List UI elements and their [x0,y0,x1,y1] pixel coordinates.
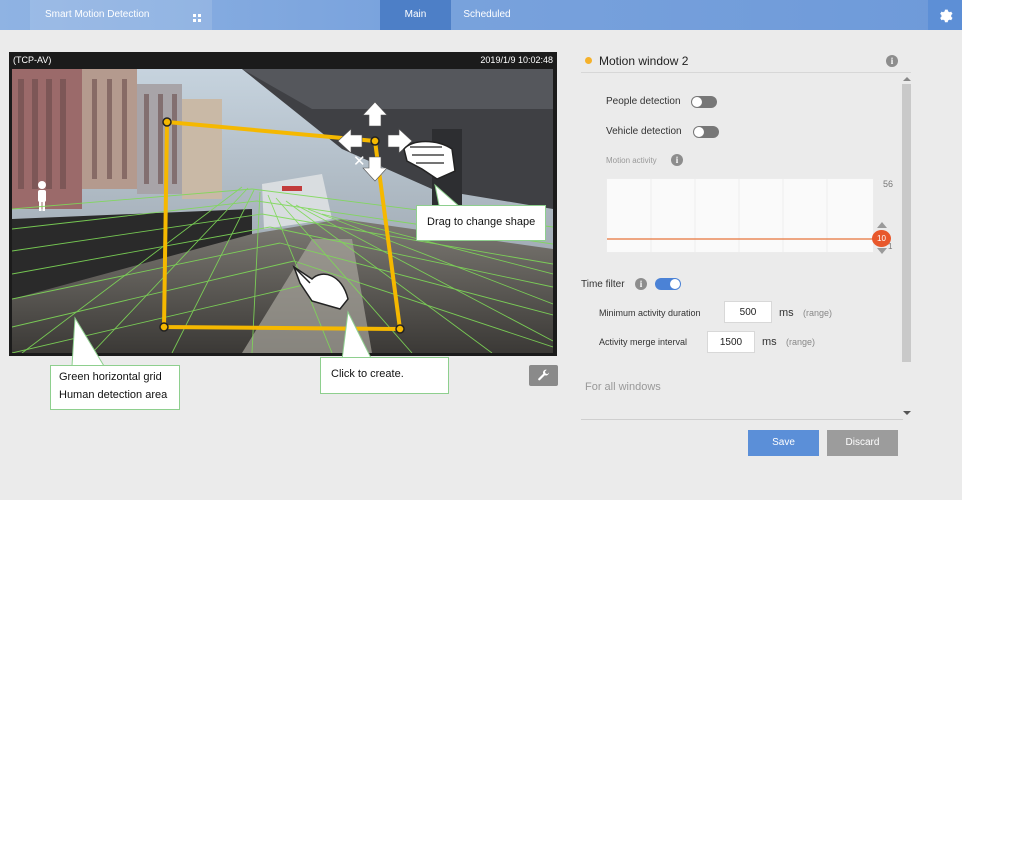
save-button[interactable]: Save [748,430,819,456]
vehicle-detection-label: Vehicle detection [606,126,682,137]
chart-grid [607,179,873,252]
scroll-down-icon[interactable] [903,410,911,416]
for-all-windows-label: For all windows [585,381,661,393]
time-filter-toggle[interactable] [655,278,681,290]
vehicle-detection-toggle[interactable] [693,126,719,138]
threshold-up-icon[interactable] [877,222,887,228]
settings-panel: Motion window 2 i People detection Vehic… [581,48,911,420]
wrench-icon [538,369,550,381]
motion-activity-chart [606,178,874,253]
motion-activity-info-icon[interactable]: i [671,154,683,166]
min-duration-label: Minimum activity duration [599,308,701,318]
chart-max-label: 56 [883,179,894,189]
click-callout: Click to create. [320,357,449,394]
grid-callout-line1: Green horizontal grid [59,371,162,383]
threshold-down-icon[interactable] [877,248,887,254]
min-duration-unit: ms [779,307,794,319]
min-duration-range: (range) [803,308,833,318]
grid-callout-line2: Human detection area [59,389,168,401]
window-title: Motion window 2 [599,54,689,68]
merge-interval-input[interactable]: 1500 [707,331,755,353]
click-callout-text: Click to create. [331,368,404,380]
window-color-indicator [585,57,592,64]
people-detection-label: People detection [606,96,681,107]
merge-interval-unit: ms [762,336,777,348]
grid-callout: Green horizontal grid Human detection ar… [50,365,180,410]
info-icon[interactable]: i [886,55,898,67]
people-detection-toggle[interactable] [691,96,717,108]
time-filter-label: Time filter [581,279,625,290]
discard-button[interactable]: Discard [827,430,898,456]
threshold-handle[interactable]: 10 [872,230,891,247]
time-filter-info-icon[interactable]: i [635,278,647,290]
scroll-up-icon[interactable] [903,76,911,82]
panel-scrollbar[interactable] [902,84,911,362]
bottom-divider [581,419,903,420]
drag-callout: Drag to change shape [416,205,546,241]
merge-interval-range: (range) [786,337,816,347]
merge-interval-label: Activity merge interval [599,337,688,347]
tools-button[interactable] [529,365,558,386]
min-duration-input[interactable]: 500 [724,301,772,323]
app-root: Smart Motion Detection Main Scheduled (T… [0,0,962,500]
title-divider [581,72,911,73]
drag-callout-text: Drag to change shape [427,216,536,228]
motion-activity-label: Motion activity [606,156,657,165]
